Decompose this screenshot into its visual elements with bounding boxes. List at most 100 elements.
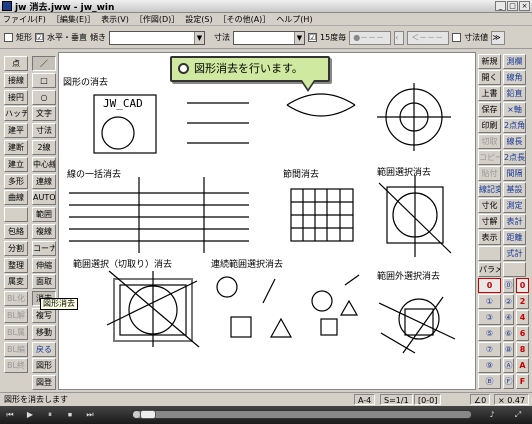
minimize-button[interactable]: _ bbox=[495, 1, 506, 11]
right-tool-4[interactable]: 保存 bbox=[478, 102, 501, 117]
right-tool-b-6[interactable]: 線長 bbox=[503, 134, 526, 149]
left-tool-6[interactable]: 建断 bbox=[4, 140, 28, 155]
left-tool-b-1[interactable]: ／ bbox=[32, 56, 56, 71]
right-tool-17[interactable]: ③ bbox=[478, 310, 501, 325]
layer-button-2[interactable]: 2 bbox=[516, 294, 529, 309]
right-tool-b-12[interactable]: 距離 bbox=[503, 230, 526, 245]
right-tool-14[interactable]: パラメ bbox=[478, 262, 501, 277]
right-tool-7[interactable]: コピー bbox=[478, 150, 501, 165]
right-tool-b-19[interactable]: ⑧ bbox=[503, 342, 514, 357]
right-tool-b-11[interactable]: 表計 bbox=[503, 214, 526, 229]
left-tool-17[interactable]: BL属 bbox=[4, 324, 28, 340]
right-tool-b-16[interactable]: ② bbox=[503, 294, 514, 309]
layer-button-7[interactable]: F bbox=[516, 374, 529, 389]
left-tool-b-19[interactable]: 図形 bbox=[32, 358, 56, 374]
menu-edit[interactable]: ［編集(E)］ bbox=[52, 14, 95, 25]
right-tool-3[interactable]: 上書 bbox=[478, 86, 501, 101]
right-tool-20[interactable]: ⑨ bbox=[478, 358, 501, 373]
right-tool-b-17[interactable]: ④ bbox=[503, 310, 514, 325]
seek-bar[interactable] bbox=[132, 410, 472, 419]
prev-button[interactable]: ‹ bbox=[394, 30, 405, 45]
menu-help[interactable]: ヘルプ(H) bbox=[276, 14, 312, 25]
left-tool-4[interactable]: ハッチ bbox=[4, 106, 28, 122]
right-tool-b-7[interactable]: 2点長 bbox=[503, 150, 526, 165]
line-style-button[interactable]: ●－－－ bbox=[349, 30, 392, 45]
left-tool-1[interactable]: 点 bbox=[4, 56, 28, 71]
left-tool-2[interactable]: 接線 bbox=[4, 72, 28, 88]
drawing-canvas[interactable]: 図形の消去 JW_CAD 線の一括消去 節間消去 範囲選択消去 範囲選択（切取り… bbox=[58, 52, 476, 390]
left-tool-b-2[interactable]: □ bbox=[32, 72, 56, 88]
right-tool-10[interactable]: 寸化 bbox=[478, 198, 501, 213]
layer-display[interactable]: [0-0] bbox=[414, 394, 442, 405]
layer-button-4[interactable]: 6 bbox=[516, 326, 529, 341]
volume-icon[interactable]: ♪ bbox=[482, 408, 502, 422]
right-tool-b-1[interactable]: 測欄 bbox=[503, 54, 526, 69]
left-tool-13[interactable]: 整理 bbox=[4, 257, 28, 273]
left-tool-b-8[interactable]: 連線 bbox=[32, 173, 56, 189]
menu-other[interactable]: ［その他(A)］ bbox=[219, 14, 271, 25]
left-tool-9[interactable]: 曲線 bbox=[4, 190, 28, 206]
right-tool-b-15[interactable]: ⓪ bbox=[503, 278, 514, 293]
right-tool-5[interactable]: 印刷 bbox=[478, 118, 501, 133]
angle-combo[interactable]: ▼ bbox=[109, 30, 205, 45]
left-tool-b-10[interactable]: 範囲 bbox=[32, 207, 56, 223]
play-button[interactable]: ▶ bbox=[20, 408, 40, 422]
right-tool-b-2[interactable]: 線角 bbox=[503, 70, 526, 85]
right-tool-2[interactable]: 開く bbox=[478, 70, 501, 85]
right-tool-b-13[interactable]: 式計 bbox=[503, 246, 526, 261]
left-tool-15[interactable]: BL化 bbox=[4, 291, 28, 307]
right-tool-8[interactable]: 貼付 bbox=[478, 166, 501, 181]
left-tool-b-17[interactable]: 移動 bbox=[32, 324, 56, 340]
right-tool-16[interactable]: ① bbox=[478, 294, 501, 309]
angle-display[interactable]: ∠0 bbox=[470, 394, 491, 405]
line-type-button[interactable]: ＜－－－ bbox=[407, 30, 450, 45]
left-tool-18[interactable]: BL編 bbox=[4, 341, 28, 357]
dimval-checkbox[interactable] bbox=[452, 33, 462, 42]
left-tool-19[interactable]: BL終 bbox=[4, 358, 28, 374]
left-tool-b-11[interactable]: 複線 bbox=[32, 224, 56, 239]
left-tool-11[interactable]: 包絡 bbox=[4, 224, 28, 239]
right-tool-b-21[interactable]: Ⓕ bbox=[503, 374, 514, 389]
menu-draw[interactable]: ［作図(D)］ bbox=[135, 14, 179, 25]
deg15-checkbox[interactable]: ☑ bbox=[308, 33, 317, 42]
scale-display[interactable]: S=1/1 bbox=[380, 394, 413, 405]
layer-button-3[interactable]: 4 bbox=[516, 310, 529, 325]
left-tool-b-9[interactable]: AUTO bbox=[32, 190, 56, 206]
right-tool-15[interactable]: 0 bbox=[478, 278, 501, 293]
left-tool-b-3[interactable]: ○ bbox=[32, 89, 56, 105]
left-tool-12[interactable]: 分割 bbox=[4, 240, 28, 256]
layer-button-6[interactable]: A bbox=[516, 358, 529, 373]
paper-size[interactable]: A-4 bbox=[354, 394, 376, 405]
left-tool-b-12[interactable]: コーナー bbox=[32, 240, 56, 256]
forward-button[interactable]: ⏭ bbox=[80, 408, 100, 422]
right-tool-b-20[interactable]: Ⓐ bbox=[503, 358, 514, 373]
right-tool-9[interactable]: 線記変 bbox=[478, 182, 501, 197]
right-tool-13[interactable] bbox=[478, 246, 501, 261]
layer-button-1[interactable]: 0 bbox=[516, 278, 529, 293]
right-tool-19[interactable]: ⑦ bbox=[478, 342, 501, 357]
left-tool-b-14[interactable]: 面取 bbox=[32, 274, 56, 290]
left-tool-b-16[interactable]: 複写 bbox=[32, 308, 56, 323]
right-tool-b-18[interactable]: ⑥ bbox=[503, 326, 514, 341]
right-tool-b-9[interactable]: 基設 bbox=[503, 182, 526, 197]
right-tool-b-10[interactable]: 測定 bbox=[503, 198, 526, 213]
left-tool-3[interactable]: 接円 bbox=[4, 89, 28, 105]
left-tool-5[interactable]: 建平 bbox=[4, 123, 28, 139]
left-tool-b-5[interactable]: 寸法 bbox=[32, 123, 56, 139]
right-tool-b-5[interactable]: 2点角 bbox=[503, 118, 526, 133]
left-tool-7[interactable]: 建立 bbox=[4, 156, 28, 172]
menu-settings[interactable]: 設定(S) bbox=[185, 14, 212, 25]
right-tool-b-4[interactable]: ×軸 bbox=[503, 102, 526, 117]
left-tool-b-4[interactable]: 文字 bbox=[32, 106, 56, 122]
right-tool-b-8[interactable]: 間隔 bbox=[503, 166, 526, 181]
left-tool-16[interactable]: BL解 bbox=[4, 308, 28, 323]
left-tool-b-13[interactable]: 伸縮 bbox=[32, 257, 56, 273]
right-tool-b-3[interactable]: 鉛直 bbox=[503, 86, 526, 101]
right-tool-21[interactable]: Ⓑ bbox=[478, 374, 501, 389]
rewind-button[interactable]: ⏮ bbox=[0, 408, 20, 422]
right-tool-1[interactable]: 新規 bbox=[478, 54, 501, 69]
menu-view[interactable]: 表示(V) bbox=[101, 14, 129, 25]
menu-file[interactable]: ファイル(F) bbox=[3, 14, 46, 25]
fullscreen-icon[interactable]: ⤢ bbox=[508, 408, 528, 422]
right-tool-6[interactable]: 切取 bbox=[478, 134, 501, 149]
